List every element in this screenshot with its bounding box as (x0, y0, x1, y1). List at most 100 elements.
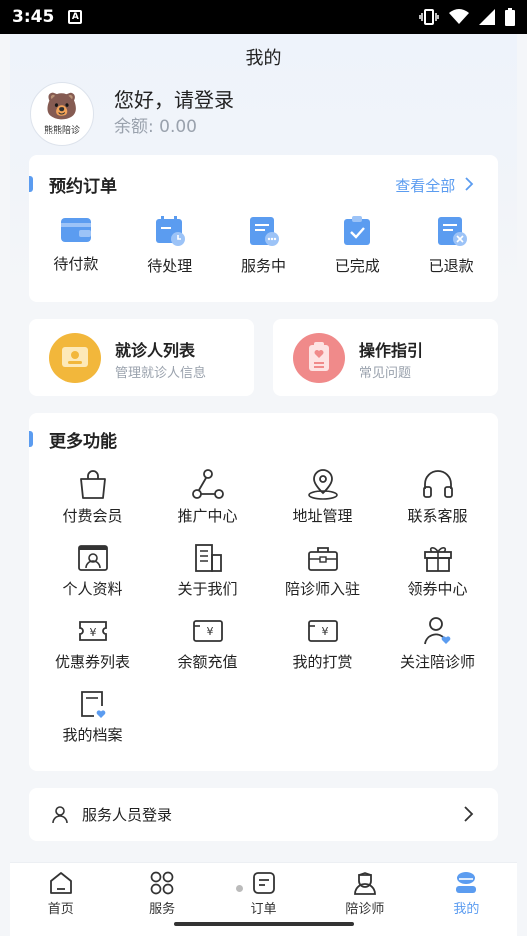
recharge-card-icon: ¥ (192, 620, 223, 642)
more-functions-title: 更多功能 (49, 432, 117, 452)
status-bar: 3:45 A (0, 0, 527, 34)
function-support[interactable]: 联系客服 (380, 469, 495, 526)
coupon-icon: ¥ (78, 621, 107, 641)
share-icon (191, 469, 224, 499)
order-refunded[interactable]: 已退款 (404, 215, 498, 276)
chevron-right-icon (464, 806, 474, 822)
clipboard-heart-icon (309, 342, 329, 371)
function-rewards[interactable]: ¥ 我的打赏 (265, 615, 380, 672)
function-label: 关于我们 (177, 580, 238, 598)
function-address[interactable]: 地址管理 (265, 469, 380, 526)
clipboard-check-icon (344, 216, 371, 245)
headset-icon (422, 470, 453, 498)
id-badge-icon (62, 347, 88, 367)
function-recharge[interactable]: ¥ 余额充值 (150, 615, 265, 672)
order-label: 服务中 (240, 257, 286, 275)
document-chat-icon (250, 217, 280, 246)
order-status-row: 待付款 待处理 服务中 已完成 已退款 (29, 215, 498, 276)
function-label: 余额充值 (177, 653, 238, 671)
function-label: 领券中心 (407, 580, 468, 598)
guide-card[interactable]: 操作指引 常见问题 (273, 319, 498, 396)
function-label: 陪诊师入驻 (284, 580, 360, 598)
function-label: 联系客服 (407, 507, 468, 525)
calendar-clock-icon (155, 216, 185, 246)
building-icon (194, 544, 222, 572)
section-accent-bar (29, 176, 33, 192)
svg-text:¥: ¥ (89, 626, 96, 639)
document-cancel-icon (438, 217, 468, 246)
view-all-link[interactable]: 查看全部 (395, 175, 474, 196)
tab-label: 我的 (453, 902, 480, 917)
patient-list-card[interactable]: 就诊人列表 管理就诊人信息 (29, 319, 254, 396)
app-screen: 我的 🐻 熊熊陪诊 您好，请登录 余额: 0.00 预约订单 查看全部 待付款 … (10, 34, 517, 936)
staff-login-label: 服务人员登录 (82, 806, 173, 824)
user-heart-icon (423, 617, 450, 645)
gift-icon (423, 547, 452, 572)
tab-home[interactable]: 首页 (10, 863, 111, 936)
guide-subtitle: 常见问题 (359, 366, 412, 381)
wallet-icon (60, 218, 91, 242)
function-coupon-center[interactable]: 领券中心 (380, 542, 495, 599)
svg-text:¥: ¥ (206, 625, 213, 638)
function-label: 推广中心 (177, 507, 238, 525)
balance-text: 余额: 0.00 (114, 117, 197, 137)
section-accent-bar (29, 431, 33, 447)
function-coupon-list[interactable]: ¥ 优惠券列表 (35, 615, 150, 672)
orders-title: 预约订单 (49, 177, 117, 197)
nurse-icon (354, 872, 376, 895)
order-pending-payment[interactable]: 待付款 (29, 215, 123, 276)
tab-label: 订单 (250, 902, 277, 917)
function-label: 我的档案 (62, 726, 123, 744)
status-icons (419, 8, 515, 26)
order-label: 待处理 (147, 257, 193, 275)
gesture-home-bar[interactable] (174, 922, 354, 926)
patient-list-icon-bg (49, 333, 101, 383)
home-icon (49, 872, 72, 894)
avatar[interactable]: 🐻 熊熊陪诊 (30, 82, 94, 146)
profile-icon (456, 872, 477, 893)
function-my-records[interactable]: 我的档案 (35, 688, 150, 745)
function-join-escort[interactable]: 陪诊师入驻 (265, 542, 380, 599)
function-label: 优惠券列表 (54, 653, 130, 671)
tab-mine[interactable]: 我的 (416, 863, 517, 936)
order-pending[interactable]: 待处理 (123, 215, 217, 276)
function-label: 付费会员 (62, 507, 123, 525)
function-vip[interactable]: 付费会员 (35, 469, 150, 526)
status-time: 3:45 (12, 7, 55, 27)
order-icon (252, 872, 275, 894)
more-functions-card: 更多功能 付费会员 推广中心 地址管理 联系客服 个人资料 关于我们 陪诊师入驻… (29, 413, 498, 771)
function-follow-escort[interactable]: 关注陪诊师 (380, 615, 495, 672)
function-label: 个人资料 (62, 580, 123, 598)
view-all-label: 查看全部 (395, 177, 456, 195)
function-profile[interactable]: 个人资料 (35, 542, 150, 599)
id-card-icon (77, 545, 108, 571)
function-promotion[interactable]: 推广中心 (150, 469, 265, 526)
grid-icon (150, 871, 174, 895)
orders-card: 预约订单 查看全部 待付款 待处理 服务中 已完成 已退款 (29, 155, 498, 302)
function-about[interactable]: 关于我们 (150, 542, 265, 599)
signal-icon (479, 9, 495, 25)
patient-list-subtitle: 管理就诊人信息 (115, 366, 207, 381)
order-label: 已退款 (428, 257, 474, 275)
order-in-service[interactable]: 服务中 (217, 215, 311, 276)
person-icon (52, 806, 68, 824)
location-pin-icon (307, 469, 338, 500)
bear-logo-icon: 🐻 (45, 91, 79, 122)
staff-login-row[interactable]: 服务人员登录 (29, 788, 498, 841)
guide-icon-bg (293, 333, 345, 383)
order-label: 待付款 (53, 255, 99, 273)
tab-label: 陪诊师 (345, 902, 385, 917)
patient-list-title: 就诊人列表 (115, 341, 196, 360)
order-label: 已完成 (334, 257, 380, 275)
functions-grid: 付费会员 推广中心 地址管理 联系客服 个人资料 关于我们 陪诊师入驻 领券中心… (35, 469, 495, 745)
function-label: 关注陪诊师 (399, 653, 475, 671)
wifi-icon (449, 9, 469, 24)
login-prompt[interactable]: 您好，请登录 (114, 84, 234, 113)
order-completed[interactable]: 已完成 (310, 215, 404, 276)
notification-a-icon: A (68, 10, 83, 24)
briefcase-icon (307, 547, 338, 571)
battery-icon (505, 8, 515, 26)
function-label: 地址管理 (292, 507, 353, 525)
chevron-right-icon (465, 177, 474, 191)
tab-label: 服务 (149, 902, 176, 917)
